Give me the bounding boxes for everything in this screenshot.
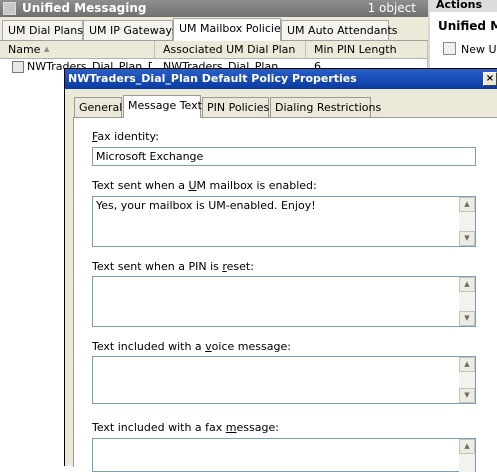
pin-reset-text-textarea[interactable] <box>92 276 476 327</box>
scroll-up-icon[interactable]: ▲ <box>459 197 475 212</box>
mailbox-policy-icon <box>12 61 24 73</box>
voice-message-text-scrollbar[interactable]: ▲ ▼ <box>459 357 475 403</box>
list-header: Name ▲ Associated UM Dial Plan Min PIN L… <box>0 41 428 59</box>
scroll-up-icon[interactable]: ▲ <box>459 439 475 454</box>
main-title: Unified Messaging <box>22 1 147 15</box>
tab-um-mailbox-policies[interactable]: UM Mailbox Policies <box>173 18 286 41</box>
close-button[interactable]: × <box>483 72 497 86</box>
column-header-associated-dial-plan[interactable]: Associated UM Dial Plan <box>155 41 306 59</box>
enabled-text-label: Text sent when a UM mailbox is enabled: <box>92 179 317 192</box>
actions-title: Actions <box>430 0 497 12</box>
fax-message-text-label: Text included with a fax message: <box>92 421 279 434</box>
message-text-panel: Fax identity: Microsoft Exchange Text se… <box>73 117 497 472</box>
tab-pin-policies[interactable]: PIN Policies <box>202 97 269 117</box>
tab-dialing-restrictions[interactable]: Dialing Restrictions <box>270 97 381 117</box>
fax-message-text-textarea[interactable] <box>92 438 476 472</box>
column-header-name[interactable]: Name ▲ <box>0 41 155 59</box>
dialog-title: NWTraders_Dial_Plan Default Policy Prope… <box>68 72 357 85</box>
tab-message-text[interactable]: Message Text <box>123 95 202 118</box>
voice-message-text-label: Text included with a voice message: <box>92 340 291 353</box>
properties-dialog: NWTraders_Dial_Plan Default Policy Prope… <box>64 68 497 472</box>
fax-identity-input[interactable]: Microsoft Exchange <box>92 147 476 166</box>
main-titlebar: Unified Messaging 1 object <box>0 0 428 17</box>
scroll-down-icon[interactable]: ▼ <box>459 311 475 326</box>
unified-messaging-icon <box>3 2 16 15</box>
sort-ascending-icon: ▲ <box>44 45 50 53</box>
voice-message-text-field: ▲ ▼ <box>92 356 476 404</box>
fax-message-text-scrollbar[interactable]: ▲ <box>459 439 475 472</box>
scroll-up-icon[interactable]: ▲ <box>459 357 475 372</box>
enabled-text-field: Yes, your mailbox is UM-enabled. Enjoy! … <box>92 196 476 247</box>
voice-message-text-textarea[interactable] <box>92 356 476 404</box>
pin-reset-text-scrollbar[interactable]: ▲ ▼ <box>459 277 475 326</box>
main-tabstrip: UM Dial Plans UM IP Gateways UM Mailbox … <box>0 17 428 41</box>
object-count: 1 object <box>367 1 416 15</box>
fax-identity-label: Fax identity: <box>92 130 159 143</box>
fax-message-text-field: ▲ <box>92 438 476 472</box>
scroll-down-icon[interactable]: ▼ <box>459 231 475 246</box>
enabled-text-scrollbar[interactable]: ▲ ▼ <box>459 197 475 246</box>
enabled-text-textarea[interactable]: Yes, your mailbox is UM-enabled. Enjoy! <box>92 196 476 247</box>
scroll-up-icon[interactable]: ▲ <box>459 277 475 292</box>
tab-general[interactable]: General <box>74 97 122 117</box>
close-icon: × <box>485 73 495 84</box>
column-header-min-pin-length[interactable]: Min PIN Length <box>306 41 428 59</box>
tab-um-dial-plans[interactable]: UM Dial Plans <box>2 20 83 40</box>
column-name-label: Name <box>8 43 41 56</box>
new-policy-icon <box>443 42 456 55</box>
pin-reset-text-label: Text sent when a PIN is reset: <box>92 260 254 273</box>
tab-um-ip-gateways[interactable]: UM IP Gateways <box>83 20 178 40</box>
pin-reset-text-field: ▲ ▼ <box>92 276 476 327</box>
action-new-um[interactable]: New UM <box>461 43 497 56</box>
actions-heading: Unified Me <box>438 19 497 33</box>
tab-um-auto-attendants[interactable]: UM Auto Attendants <box>281 20 398 40</box>
dialog-titlebar: NWTraders_Dial_Plan Default Policy Prope… <box>65 69 497 89</box>
scroll-down-icon[interactable]: ▼ <box>459 388 475 403</box>
